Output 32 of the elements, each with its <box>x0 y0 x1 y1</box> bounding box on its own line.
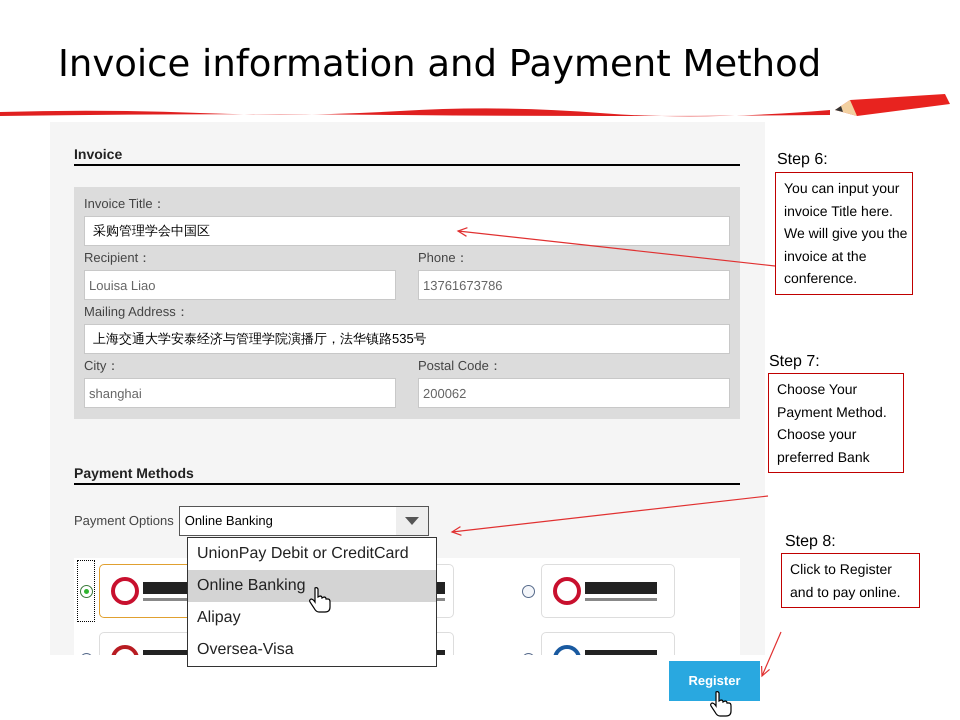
input-field[interactable]: shanghai <box>84 378 396 408</box>
caret-icon <box>404 517 419 525</box>
callout-box: Choose Your Payment Method. Choose your preferred Bank <box>768 373 904 473</box>
field-label: City： <box>84 357 120 375</box>
field-label: Recipient： <box>84 249 152 267</box>
select-value: Online Banking <box>184 512 274 530</box>
field-label: Invoice Title： <box>84 195 167 213</box>
radio-button[interactable] <box>522 584 534 598</box>
callout-box: Click to Register and to pay online. <box>781 553 920 608</box>
bank-tile[interactable] <box>541 564 675 618</box>
step-label: Step 7: <box>769 352 820 372</box>
field-label: Phone： <box>418 249 470 267</box>
hand-cursor-icon <box>309 587 331 614</box>
pointer-arrow <box>760 632 782 678</box>
step-label: Step 6: <box>777 150 828 170</box>
input-field[interactable]: 200062 <box>418 378 730 408</box>
payment-select[interactable]: Online Banking <box>178 506 429 536</box>
section-heading: Invoice <box>74 146 122 162</box>
field-label: Postal Code： <box>418 357 503 375</box>
input-field[interactable]: 13761673786 <box>418 270 730 300</box>
input-field[interactable]: 采购管理学会中国区 <box>84 216 730 246</box>
step-label: Step 8: <box>785 532 836 552</box>
field-label: Mailing Address： <box>84 303 190 321</box>
field-label: Payment Options <box>74 512 174 530</box>
callout-box: You can input your invoice Title here. We will give you the invoice at the conference. <box>775 172 913 294</box>
input-field[interactable]: 上海交通大学安泰经济与管理学院演播厅，法华镇路535号 <box>84 324 730 354</box>
input-field[interactable]: Louisa Liao <box>84 270 396 300</box>
radio-button[interactable] <box>80 584 92 598</box>
pencil-icon <box>835 94 950 116</box>
slide-title: Invoice information and Payment Method <box>58 41 822 87</box>
section-heading: Payment Methods <box>74 465 194 481</box>
dropdown-option[interactable]: Online Banking <box>188 570 436 602</box>
